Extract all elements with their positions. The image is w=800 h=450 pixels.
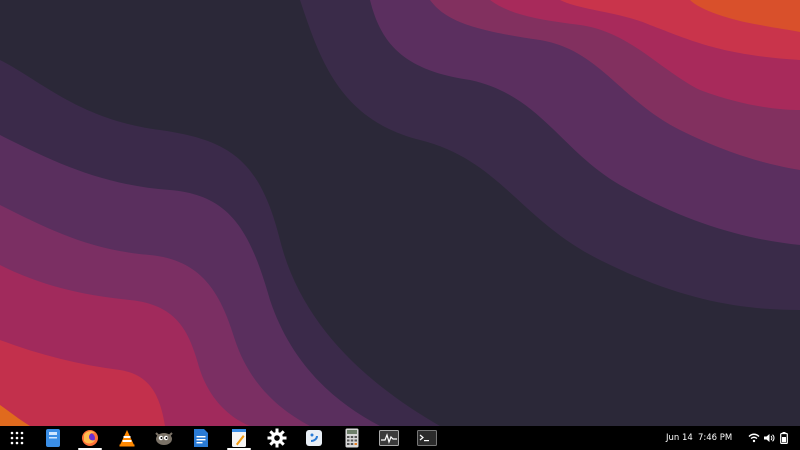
settings-launcher[interactable]: [262, 426, 292, 450]
battery-icon: [780, 432, 788, 444]
terminal-launcher[interactable]: [412, 426, 442, 450]
settings-gear-icon: [267, 428, 287, 448]
firefox-launcher[interactable]: [75, 426, 105, 450]
time-label[interactable]: 7:46 PM: [698, 426, 732, 450]
date-label[interactable]: Jun 14: [666, 426, 693, 450]
app-grid-button[interactable]: [2, 426, 32, 450]
gimp-launcher[interactable]: [149, 426, 179, 450]
libreoffice-writer-icon: [194, 429, 208, 447]
system-monitor-launcher[interactable]: [374, 426, 404, 450]
firefox-icon: [82, 430, 98, 446]
volume-icon: [764, 434, 775, 442]
wifi-indicator[interactable]: [747, 431, 761, 445]
software-store-launcher[interactable]: [299, 426, 329, 450]
text-editor-launcher[interactable]: [224, 426, 254, 450]
system-monitor-icon: [379, 430, 399, 446]
terminal-icon: [417, 430, 437, 446]
wallpaper: [0, 0, 800, 426]
text-editor-icon: [232, 429, 246, 447]
gimp-icon: [155, 432, 173, 445]
calculator-launcher[interactable]: [337, 426, 367, 450]
battery-indicator[interactable]: [777, 431, 791, 445]
wifi-icon: [748, 433, 760, 443]
software-store-icon: [306, 430, 322, 446]
desktop[interactable]: [0, 0, 800, 426]
volume-indicator[interactable]: [762, 431, 776, 445]
taskbar: Jun 14 7:46 PM: [0, 426, 800, 450]
vlc-icon: [119, 430, 135, 447]
app-grid-icon: [10, 431, 24, 445]
file-manager-launcher[interactable]: [38, 426, 68, 450]
file-manager-icon: [46, 429, 60, 447]
libreoffice-writer-launcher[interactable]: [186, 426, 216, 450]
vlc-launcher[interactable]: [112, 426, 142, 450]
calculator-icon: [345, 428, 359, 448]
